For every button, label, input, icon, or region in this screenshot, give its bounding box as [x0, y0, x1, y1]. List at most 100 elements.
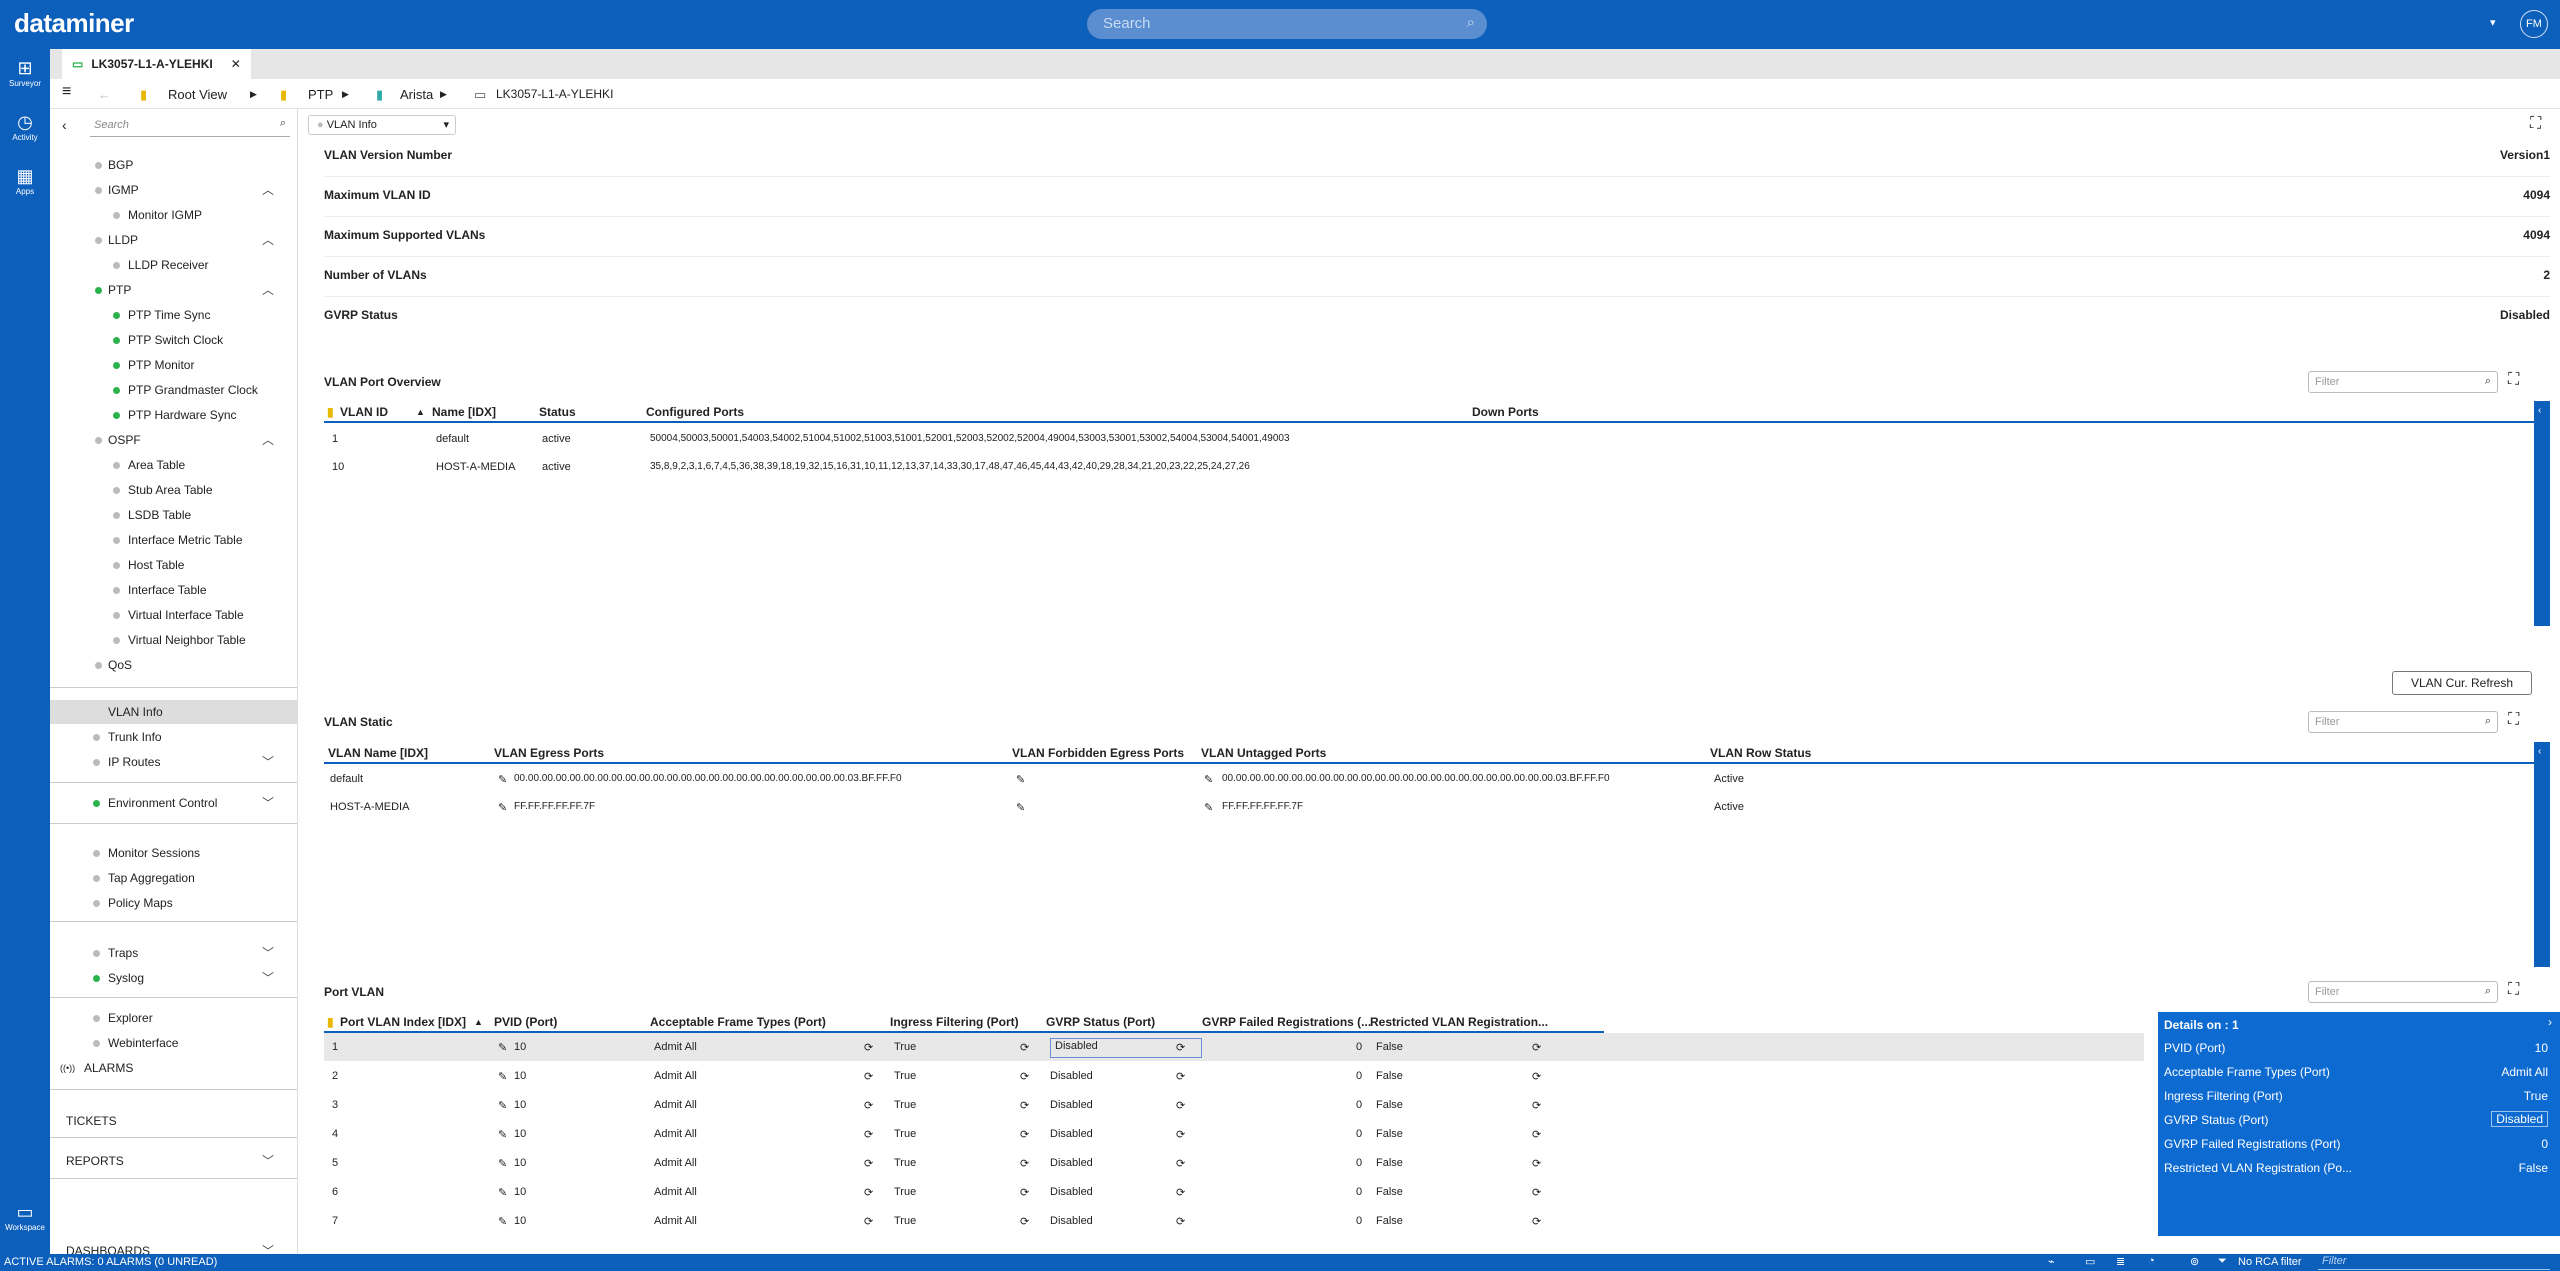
- table-row[interactable]: 7 ✎ 10 Admit All ⟳ True ⟳ Disabled ⟳ 0 False ⟳: [324, 1207, 2144, 1235]
- refresh-icon[interactable]: ⟳: [1020, 1157, 1029, 1170]
- refresh-icon[interactable]: ⟳: [864, 1041, 873, 1054]
- filter-icon[interactable]: ⏷: [2218, 1255, 2227, 1268]
- table-row[interactable]: HOST-A-MEDIA ✎ FF.FF.FF.FF.FF.7F ✎ ✎ FF.…: [324, 793, 2536, 821]
- sidebar-item-policy-maps[interactable]: Policy Maps: [50, 891, 297, 915]
- table-row[interactable]: 1 default active 50004,50003,50001,54003…: [324, 425, 2536, 453]
- rca-filter[interactable]: No RCA filter: [2238, 1256, 2302, 1268]
- collapse-icon[interactable]: ‹: [62, 117, 67, 133]
- refresh-icon[interactable]: ⟳: [864, 1070, 873, 1083]
- refresh-icon[interactable]: ⟳: [1020, 1215, 1029, 1228]
- sidebar-item-environment-control[interactable]: Environment Control ﹀: [50, 791, 297, 815]
- sidebar-item-host-table[interactable]: Host Table: [50, 553, 297, 577]
- sidebar-item-vlan-info[interactable]: VLAN Info: [50, 700, 297, 724]
- table-row[interactable]: 1 ✎ 10 Admit All ⟳ True ⟳ Disabled ⟳ 0 False ⟳: [324, 1033, 2144, 1061]
- refresh-icon[interactable]: ⟳: [1176, 1186, 1185, 1199]
- vlan-cur-refresh-button[interactable]: VLAN Cur. Refresh: [2392, 671, 2532, 695]
- chevron-up-icon[interactable]: ︿: [262, 228, 274, 252]
- refresh-icon[interactable]: ⟳: [1020, 1070, 1029, 1083]
- scrollbar[interactable]: ‹: [2534, 742, 2550, 967]
- refresh-icon[interactable]: ⟳: [1176, 1041, 1185, 1054]
- refresh-icon[interactable]: ⟳: [864, 1128, 873, 1141]
- sidebar-item-trunk-info[interactable]: Trunk Info: [50, 725, 297, 749]
- scrollbar[interactable]: ‹: [2534, 401, 2550, 626]
- sidebar-item-ptp-monitor[interactable]: PTP Monitor: [50, 353, 297, 377]
- refresh-icon[interactable]: ⟳: [1176, 1070, 1185, 1083]
- apps-button[interactable]: ▦ Apps: [0, 165, 50, 196]
- table-row[interactable]: default ✎ 00.00.00.00.00.00.00.00.00.00.…: [324, 765, 2536, 793]
- sidebar-item-monitor-sessions[interactable]: Monitor Sessions: [50, 841, 297, 865]
- surveyor-button[interactable]: ⊞ Surveyor: [0, 57, 50, 88]
- user-dropdown[interactable]: ▾: [2490, 16, 2496, 29]
- refresh-icon[interactable]: ⟳: [1020, 1128, 1029, 1141]
- refresh-icon[interactable]: ⟳: [1532, 1157, 1541, 1170]
- sidebar-item-interface-table[interactable]: Interface Table: [50, 578, 297, 602]
- sidebar-item-lldp[interactable]: LLDP ︿: [50, 228, 297, 252]
- edit-icon[interactable]: ✎: [498, 1186, 507, 1199]
- sidebar-item-interface-metric-table[interactable]: Interface Metric Table: [50, 528, 297, 552]
- refresh-icon[interactable]: ⟳: [1532, 1128, 1541, 1141]
- refresh-icon[interactable]: ⟳: [1532, 1215, 1541, 1228]
- sidebar-item-virtual-interface-table[interactable]: Virtual Interface Table: [50, 603, 297, 627]
- sidebar-item-reports[interactable]: REPORTS ﹀: [50, 1149, 297, 1173]
- tab-element[interactable]: ▭ LK3057-L1-A-YLEHKI ✕: [62, 49, 251, 79]
- refresh-icon[interactable]: ⟳: [1020, 1099, 1029, 1112]
- sidebar-item-bgp[interactable]: BGP: [50, 153, 297, 177]
- sidebar-item-lldp-receiver[interactable]: LLDP Receiver: [50, 253, 297, 277]
- card-view-icon[interactable]: ▭: [2085, 1255, 2095, 1268]
- active-alarms-status[interactable]: ACTIVE ALARMS: 0 ALARMS (0 UNREAD): [4, 1256, 217, 1268]
- sidebar-item-ip-routes[interactable]: IP Routes ﹀: [50, 750, 297, 774]
- chevron-down-icon[interactable]: ﹀: [262, 941, 274, 965]
- chevron-up-icon[interactable]: ︿: [262, 178, 274, 202]
- edit-icon[interactable]: ✎: [498, 773, 507, 786]
- pie-icon[interactable]: ◔: [2148, 1255, 2155, 1267]
- chevron-down-icon[interactable]: ﹀: [262, 1149, 274, 1173]
- refresh-icon[interactable]: ⟳: [864, 1157, 873, 1170]
- back-icon[interactable]: ←: [98, 87, 111, 102]
- chevron-down-icon[interactable]: ﹀: [262, 1239, 274, 1254]
- breadcrumb-element[interactable]: LK3057-L1-A-YLEHKI: [496, 87, 613, 101]
- table-row[interactable]: 4 ✎ 10 Admit All ⟳ True ⟳ Disabled ⟳ 0 False ⟳: [324, 1120, 2144, 1148]
- sidebar-item-monitor-igmp[interactable]: Monitor IGMP: [50, 203, 297, 227]
- refresh-icon[interactable]: ⟳: [1532, 1186, 1541, 1199]
- sidebar-item-webinterface[interactable]: Webinterface: [50, 1031, 297, 1055]
- chevron-down-icon[interactable]: ﹀: [262, 750, 274, 774]
- global-search-input[interactable]: Search ⌕: [1087, 9, 1487, 39]
- filter-input[interactable]: Filter ⌕: [2308, 711, 2498, 733]
- refresh-icon[interactable]: ⟳: [1532, 1070, 1541, 1083]
- sidebar-item-ospf[interactable]: OSPF ︿: [50, 428, 297, 452]
- menu-icon[interactable]: ≡: [62, 83, 71, 101]
- table-row[interactable]: 2 ✎ 10 Admit All ⟳ True ⟳ Disabled ⟳ 0 False ⟳: [324, 1062, 2144, 1090]
- breadcrumb-root[interactable]: Root View: [168, 87, 227, 102]
- chevron-down-icon[interactable]: ﹀: [262, 966, 274, 990]
- refresh-icon[interactable]: ⟳: [1176, 1099, 1185, 1112]
- breadcrumb-arista[interactable]: Arista: [400, 87, 433, 102]
- breadcrumb-ptp[interactable]: PTP: [308, 87, 333, 102]
- filter-input[interactable]: Filter ⌕: [2308, 981, 2498, 1003]
- sidebar-item-ptp-switch-clock[interactable]: PTP Switch Clock: [50, 328, 297, 352]
- chevron-up-icon[interactable]: ︿: [262, 278, 274, 302]
- refresh-icon[interactable]: ⟳: [864, 1186, 873, 1199]
- sidebar-item-dashboards[interactable]: DASHBOARDS ﹀: [50, 1239, 297, 1254]
- refresh-icon[interactable]: ⟳: [1176, 1128, 1185, 1141]
- refresh-icon[interactable]: ⟳: [1532, 1099, 1541, 1112]
- activity-button[interactable]: ◷ Activity: [0, 111, 50, 142]
- sidebar-item-tickets[interactable]: TICKETS: [50, 1109, 297, 1133]
- edit-icon[interactable]: ✎: [498, 1215, 507, 1228]
- sidebar-item-tap-aggregation[interactable]: Tap Aggregation: [50, 866, 297, 890]
- sidebar-item-alarms[interactable]: ((•)) ALARMS: [50, 1056, 297, 1080]
- edit-icon[interactable]: ✎: [1016, 801, 1025, 814]
- edit-icon[interactable]: ✎: [1016, 773, 1025, 786]
- refresh-icon[interactable]: ⟳: [1020, 1186, 1029, 1199]
- edit-icon[interactable]: ✎: [498, 1041, 507, 1054]
- refresh-icon[interactable]: ⟳: [1176, 1215, 1185, 1228]
- sidebar-item-stub-area-table[interactable]: Stub Area Table: [50, 478, 297, 502]
- refresh-icon[interactable]: ⟳: [864, 1099, 873, 1112]
- fullscreen-icon[interactable]: ⛶: [2508, 981, 2519, 999]
- sidebar-item-igmp[interactable]: IGMP ︿: [50, 178, 297, 202]
- fullscreen-icon[interactable]: ⛶: [2508, 711, 2519, 729]
- chart-icon[interactable]: ⌁: [2048, 1255, 2055, 1268]
- refresh-icon[interactable]: ⟳: [1020, 1041, 1029, 1054]
- sidebar-item-ptp-hardware-sync[interactable]: PTP Hardware Sync: [50, 403, 297, 427]
- avatar[interactable]: FM: [2520, 10, 2548, 38]
- sidebar-item-lsdb-table[interactable]: LSDB Table: [50, 503, 297, 527]
